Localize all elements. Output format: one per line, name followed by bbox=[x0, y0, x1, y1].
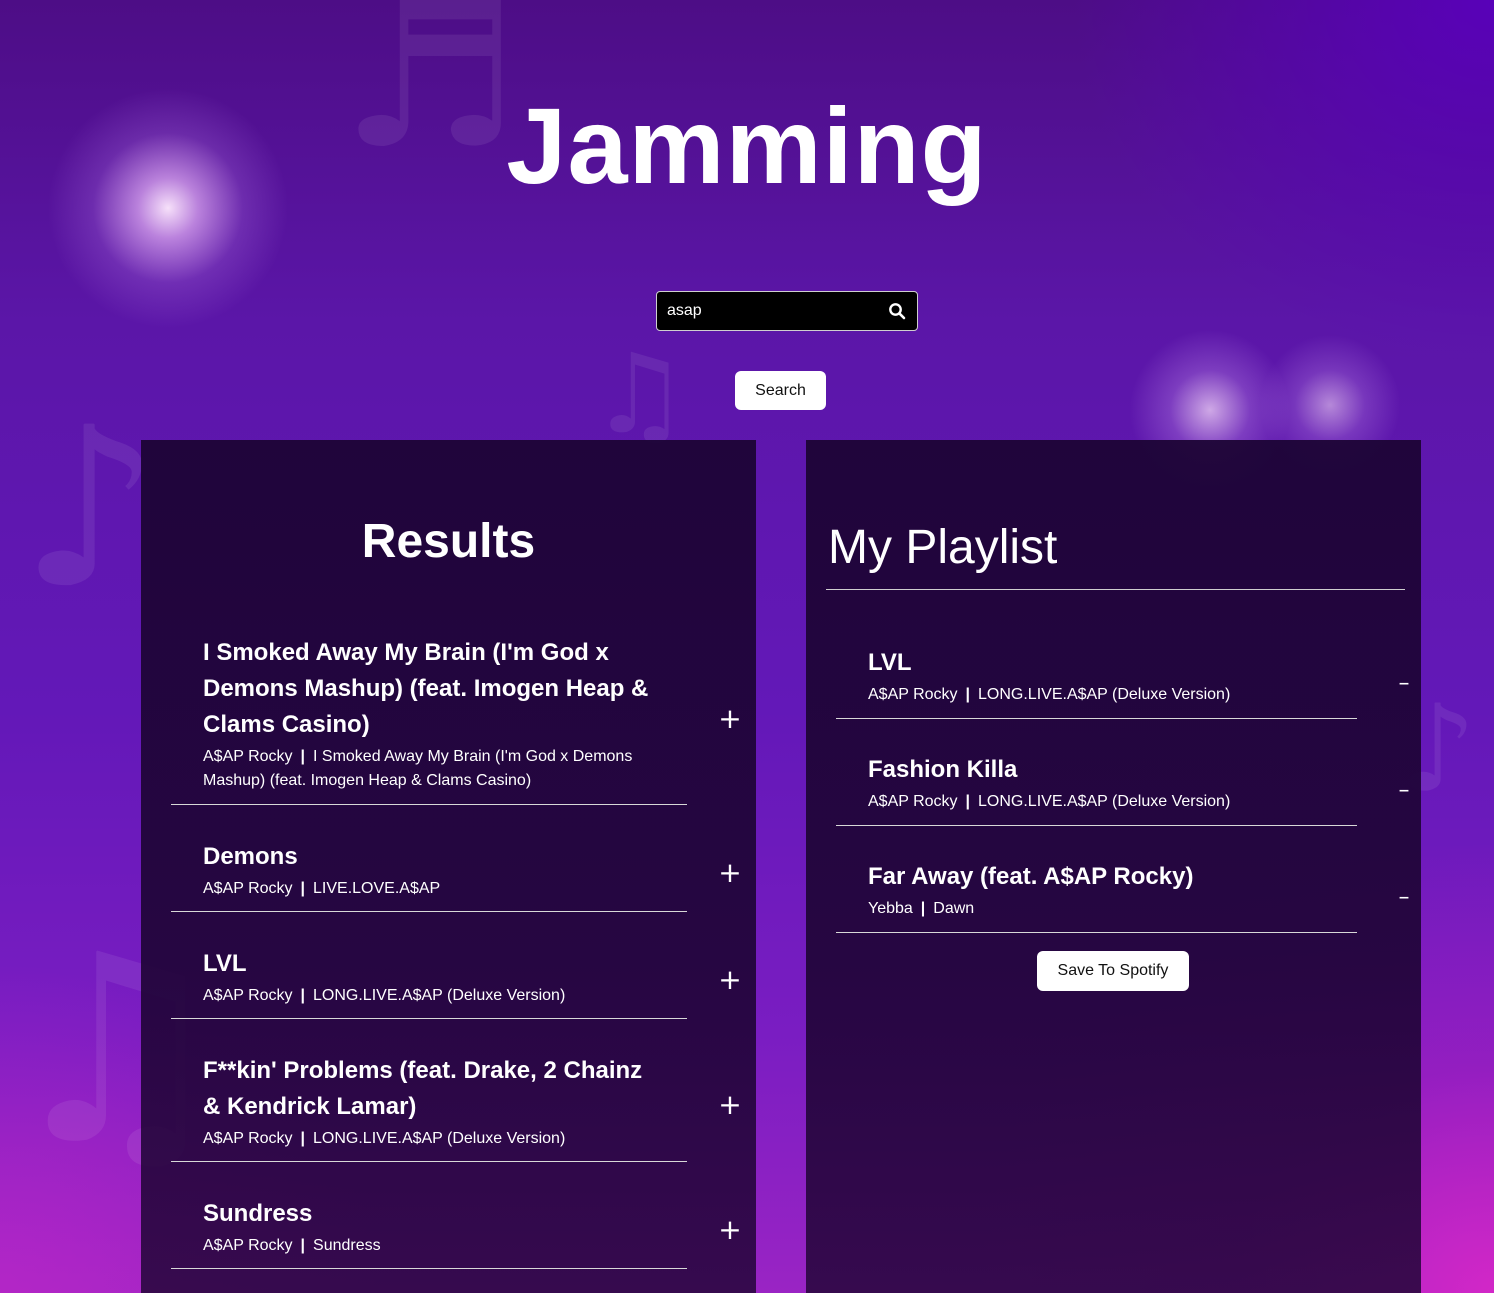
track-artist: A$AP Rocky bbox=[203, 880, 293, 897]
search-input[interactable] bbox=[667, 302, 887, 320]
save-to-spotify-button[interactable]: Save To Spotify bbox=[1037, 951, 1189, 991]
track-info: LVL A$AP Rocky | LONG.LIVE.A$AP (Deluxe Ve… bbox=[868, 645, 1338, 707]
track-separator: | bbox=[300, 880, 306, 897]
remove-track-button[interactable]: – bbox=[1392, 887, 1416, 909]
track-info: I Smoked Away My Brain (I'm God x Demons… bbox=[203, 635, 663, 793]
track-artist: A$AP Rocky bbox=[203, 987, 293, 1004]
track-separator: | bbox=[300, 987, 306, 1004]
track-separator: | bbox=[300, 1130, 306, 1147]
background-note-icon: ♫ bbox=[590, 330, 689, 458]
app-root: { "app": { "title": "Jamming" }, "search… bbox=[0, 0, 1494, 1293]
remove-track-button[interactable]: – bbox=[1392, 673, 1416, 695]
search-icon[interactable] bbox=[887, 301, 907, 321]
track-album: LONG.LIVE.A$AP (Deluxe Version) bbox=[978, 793, 1231, 810]
track-info: Fashion Killa A$AP Rocky | LONG.LIVE.A$AP … bbox=[868, 752, 1338, 814]
playlist-track-row: Fashion Killa A$AP Rocky | LONG.LIVE.A$AP … bbox=[836, 752, 1410, 826]
results-title: Results bbox=[361, 515, 536, 568]
track-name: Fashion Killa bbox=[868, 756, 1018, 783]
add-track-button[interactable]: + bbox=[718, 1216, 742, 1244]
add-track-button[interactable]: + bbox=[718, 1091, 742, 1119]
result-track-row: Demons A$AP Rocky | LIVE.LOVE.A$AP + bbox=[171, 839, 742, 912]
add-track-button[interactable]: + bbox=[718, 705, 742, 733]
track-separator: | bbox=[300, 748, 306, 765]
track-meta: A$AP Rocky | I Smoked Away My Brain (I'm G… bbox=[203, 745, 663, 793]
track-separator: | bbox=[920, 900, 926, 917]
track-album: LONG.LIVE.A$AP (Deluxe Version) bbox=[978, 686, 1231, 703]
track-name: Sundress bbox=[203, 1200, 313, 1227]
track-artist: A$AP Rocky bbox=[203, 1130, 293, 1147]
track-info: Demons A$AP Rocky | LIVE.LOVE.A$AP bbox=[203, 839, 663, 901]
track-name: Far Away (feat. A$AP Rocky) bbox=[868, 863, 1194, 890]
track-album: LONG.LIVE.A$AP (Deluxe Version) bbox=[313, 987, 566, 1004]
track-meta: A$AP Rocky | LIVE.LOVE.A$AP bbox=[203, 877, 663, 901]
track-album: Dawn bbox=[933, 900, 975, 917]
track-album: Sundress bbox=[313, 1237, 381, 1254]
track-artist: A$AP Rocky bbox=[868, 686, 958, 703]
add-track-button[interactable]: + bbox=[718, 966, 742, 994]
track-info: F**kin' Problems (feat. Drake, 2 Chainz … bbox=[203, 1053, 663, 1151]
playlist-title-divider bbox=[826, 589, 1405, 590]
background-note-icon: ♪ bbox=[20, 380, 161, 636]
track-name: LVL bbox=[868, 649, 912, 676]
track-meta: A$AP Rocky | LONG.LIVE.A$AP (Deluxe Versio… bbox=[203, 1127, 663, 1151]
track-info: LVL A$AP Rocky | LONG.LIVE.A$AP (Deluxe Ve… bbox=[203, 946, 663, 1008]
track-meta: Yebba | Dawn bbox=[868, 897, 1338, 921]
track-meta: A$AP Rocky | LONG.LIVE.A$AP (Deluxe Versio… bbox=[868, 683, 1338, 707]
track-meta: A$AP Rocky | LONG.LIVE.A$AP (Deluxe Versio… bbox=[203, 984, 663, 1008]
track-info: Far Away (feat. A$AP Rocky) Yebba | Dawn bbox=[868, 859, 1338, 921]
results-panel: Results I Smoked Away My Brain (I'm God … bbox=[141, 440, 756, 1293]
playlist-track-row: Far Away (feat. A$AP Rocky) Yebba | Dawn – bbox=[836, 859, 1410, 933]
track-name: LVL bbox=[203, 950, 247, 977]
track-info: Sundress A$AP Rocky | Sundress bbox=[203, 1196, 663, 1258]
track-artist: A$AP Rocky bbox=[203, 1237, 293, 1254]
track-name: Demons bbox=[203, 843, 298, 870]
playlist-panel: My Playlist LVL A$AP Rocky | LONG.LIVE.A$A… bbox=[806, 440, 1421, 1293]
playlist-track-row: LVL A$AP Rocky | LONG.LIVE.A$AP (Deluxe Ve… bbox=[836, 645, 1410, 719]
result-track-row: F**kin' Problems (feat. Drake, 2 Chainz … bbox=[171, 1053, 742, 1162]
add-track-button[interactable]: + bbox=[718, 859, 742, 887]
remove-track-button[interactable]: – bbox=[1392, 780, 1416, 802]
track-meta: A$AP Rocky | LONG.LIVE.A$AP (Deluxe Versio… bbox=[868, 790, 1338, 814]
result-track-row: Sundress A$AP Rocky | Sundress + bbox=[171, 1196, 742, 1269]
track-album: LONG.LIVE.A$AP (Deluxe Version) bbox=[313, 1130, 566, 1147]
track-separator: | bbox=[965, 793, 971, 810]
track-artist: A$AP Rocky bbox=[203, 748, 293, 765]
track-name: F**kin' Problems (feat. Drake, 2 Chainz … bbox=[203, 1057, 643, 1120]
playlist-title[interactable]: My Playlist bbox=[828, 524, 1057, 572]
search-button[interactable]: Search bbox=[735, 371, 826, 410]
track-separator: | bbox=[965, 686, 971, 703]
track-separator: | bbox=[300, 1237, 306, 1254]
track-meta: A$AP Rocky | Sundress bbox=[203, 1234, 663, 1258]
app-title: Jamming bbox=[506, 85, 988, 206]
result-track-row: I Smoked Away My Brain (I'm God x Demons… bbox=[171, 635, 742, 805]
result-track-row: LVL A$AP Rocky | LONG.LIVE.A$AP (Deluxe Ve… bbox=[171, 946, 742, 1019]
track-artist: Yebba bbox=[868, 900, 913, 917]
search-bar bbox=[656, 291, 918, 331]
track-album: LIVE.LOVE.A$AP bbox=[313, 880, 441, 897]
track-artist: A$AP Rocky bbox=[868, 793, 958, 810]
track-name: I Smoked Away My Brain (I'm God x Demons… bbox=[203, 639, 649, 738]
